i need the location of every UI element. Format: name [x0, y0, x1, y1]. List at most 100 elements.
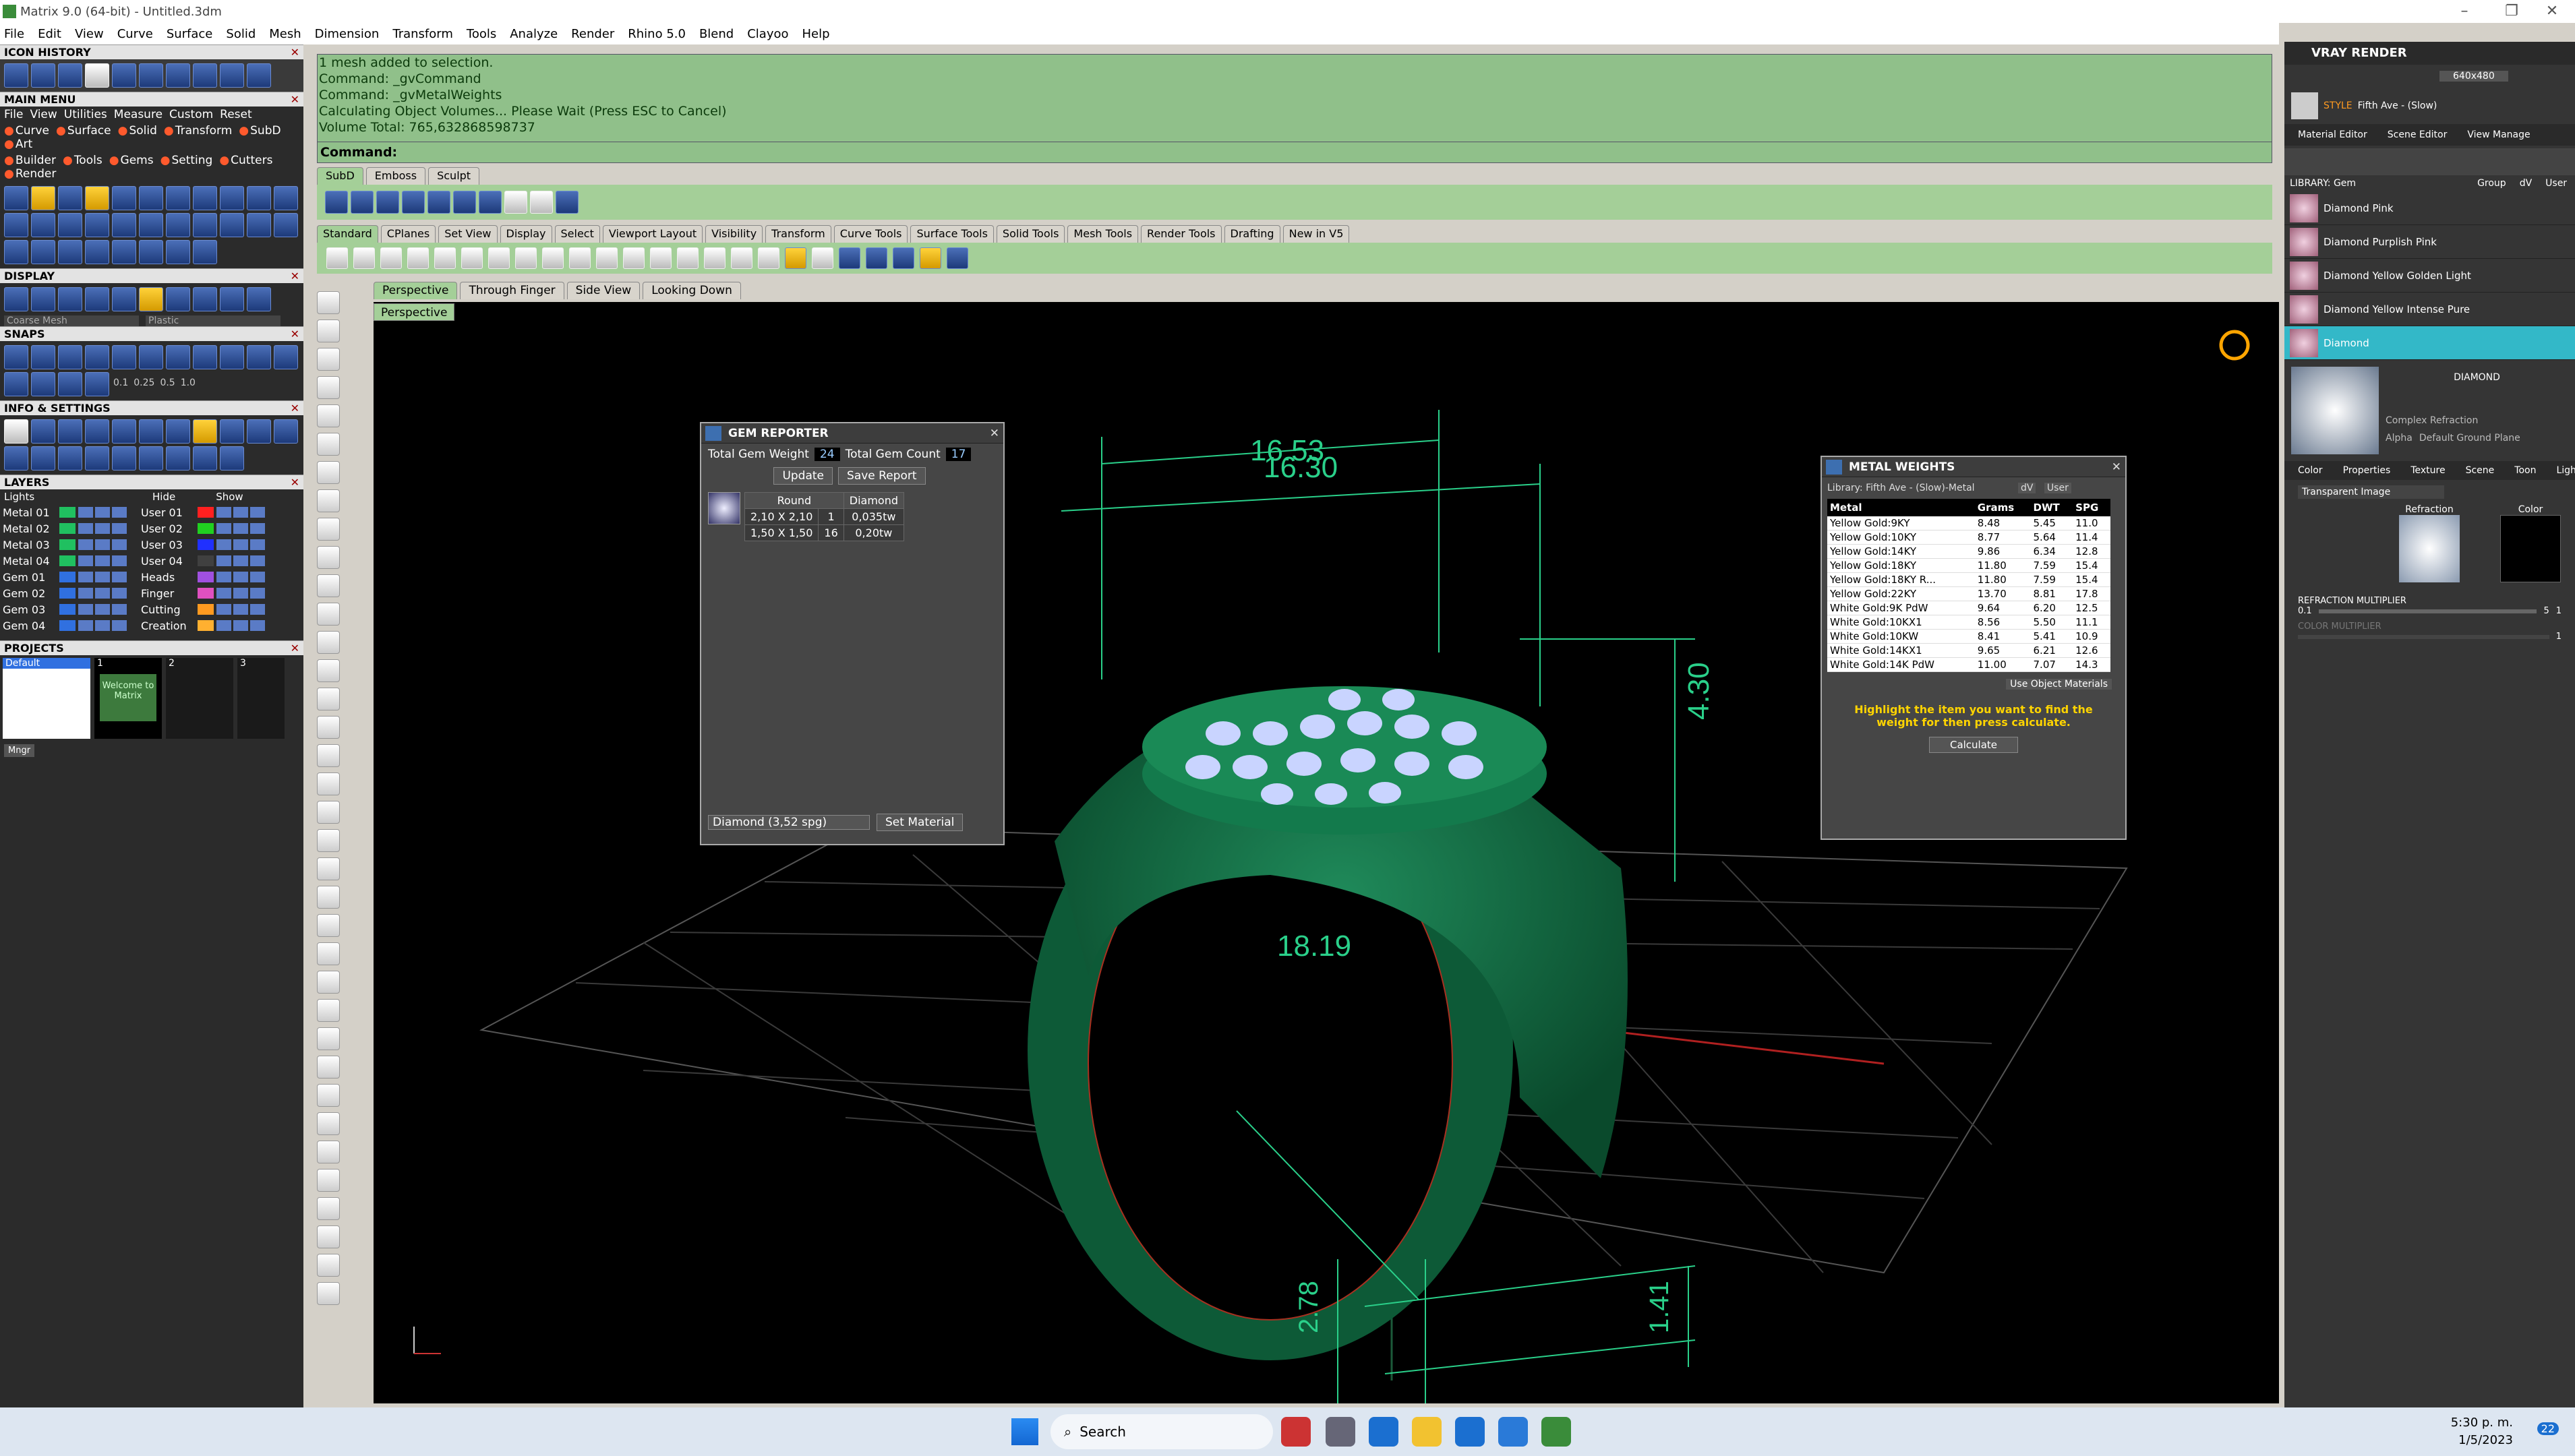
settings-icon[interactable] [31, 446, 55, 471]
settings-icon[interactable] [58, 446, 82, 471]
main-menu-item-subd[interactable]: ● SubD [239, 124, 280, 138]
menu-item-clayoo[interactable]: Clayoo [747, 27, 788, 41]
project-default[interactable]: Default [3, 658, 90, 669]
snap-icon[interactable] [58, 345, 82, 369]
layer-name[interactable]: Gem 01 [3, 571, 57, 584]
print-icon[interactable] [407, 247, 429, 269]
layer-name[interactable]: Gem 03 [3, 603, 57, 616]
tool-icon[interactable] [58, 186, 82, 210]
layer-toggle[interactable] [78, 604, 93, 615]
mail-icon[interactable] [1455, 1417, 1485, 1447]
settings-icon[interactable] [112, 419, 136, 444]
menu-item-mesh[interactable]: Mesh [269, 27, 301, 41]
light-icon[interactable] [785, 247, 806, 269]
tab-visibility[interactable]: Visibility [705, 225, 763, 243]
refraction-swatch[interactable]: Refraction [2399, 504, 2460, 582]
edge-icon[interactable] [1369, 1417, 1398, 1447]
snap-value[interactable]: 1.0 [181, 377, 196, 391]
alpha-toggle[interactable]: Alpha [2386, 433, 2413, 444]
table-row[interactable]: White Gold:10KX1 8.56 5.50 11.1 [1827, 615, 2110, 630]
layer-toggle[interactable] [78, 588, 93, 599]
tool-icon[interactable] [112, 240, 136, 264]
layer-row[interactable]: Metal 01 User 01 [0, 504, 303, 520]
tool-icon[interactable] [247, 213, 271, 237]
layer-name[interactable]: Cutting [141, 603, 195, 616]
undo-view-icon[interactable] [704, 247, 726, 269]
layer-toggle[interactable] [250, 572, 265, 582]
lock-icon[interactable] [812, 247, 833, 269]
layer-toggle[interactable] [233, 523, 248, 534]
settings-icon[interactable] [4, 446, 28, 471]
material-item[interactable]: Diamond Yellow Golden Light [2284, 259, 2575, 293]
table-row[interactable]: White Gold:9K PdW 9.64 6.20 12.5 [1827, 601, 2110, 615]
table-row[interactable]: 1,50 X 1,50 16 0,20tw [744, 524, 905, 541]
settings-icon[interactable] [166, 446, 190, 471]
tab-standard[interactable]: Standard [317, 225, 378, 243]
tool-icon[interactable] [317, 829, 340, 852]
sculpt-tool-icon[interactable] [402, 191, 425, 214]
options-icon[interactable] [920, 247, 941, 269]
search-box[interactable]: ⌕ Search [1050, 1414, 1273, 1449]
snap-icon[interactable] [247, 345, 271, 369]
history-tool-icon[interactable] [4, 63, 28, 88]
tab-select[interactable]: Select [554, 225, 600, 243]
tool-icon[interactable] [317, 1282, 340, 1305]
menu-item-surface[interactable]: Surface [167, 27, 213, 41]
color-swatch[interactable]: Color [2500, 504, 2561, 582]
close-icon[interactable]: ✕ [2112, 457, 2121, 477]
layer-color-swatch[interactable] [59, 539, 76, 550]
tool-icon[interactable] [317, 348, 340, 371]
help-icon[interactable] [504, 191, 527, 214]
sculpt-tool-icon[interactable] [453, 191, 476, 214]
file-explorer-icon[interactable] [1412, 1417, 1442, 1447]
snap-icon[interactable] [166, 345, 190, 369]
layer-toggle[interactable] [250, 604, 265, 615]
tab-display[interactable]: Display [500, 225, 552, 243]
layer-color-swatch[interactable] [59, 507, 76, 518]
tool-icon[interactable] [317, 489, 340, 512]
snap-value[interactable]: 0.1 [113, 377, 128, 391]
layer-color-swatch[interactable] [198, 507, 214, 518]
tool-icon[interactable] [317, 744, 340, 767]
complex-refraction-toggle[interactable]: Complex Refraction [2386, 415, 2568, 426]
material-select[interactable]: Diamond (3,52 spg) [708, 815, 870, 830]
layer-toggle[interactable] [216, 620, 231, 631]
vray-subtab-texture[interactable]: Texture [2410, 465, 2445, 476]
snap-icon[interactable] [4, 372, 28, 396]
menu-item-tools[interactable]: Tools [467, 27, 496, 41]
tool-icon[interactable] [85, 213, 109, 237]
layer-toggle[interactable] [112, 539, 127, 550]
tool-icon[interactable] [139, 186, 163, 210]
table-row[interactable]: 2,10 X 2,10 1 0,035tw [744, 508, 905, 525]
tool-icon[interactable] [317, 659, 340, 682]
snap-icon[interactable] [4, 345, 28, 369]
table-row[interactable]: Yellow Gold:14KY 9.86 6.34 12.8 [1827, 544, 2110, 559]
display-header[interactable]: DISPLAY ✕ [0, 268, 303, 283]
layer-name[interactable]: Heads [141, 571, 195, 584]
tool-icon[interactable] [317, 574, 340, 597]
settings-icon[interactable] [58, 419, 82, 444]
history-tool-icon[interactable] [85, 63, 109, 88]
material-item[interactable]: Diamond Yellow Intense Pure [2284, 293, 2575, 326]
snap-icon[interactable] [274, 345, 298, 369]
menu-item-dimension[interactable]: Dimension [315, 27, 380, 41]
display-mode-icon[interactable] [31, 287, 55, 311]
info-settings-header[interactable]: INFO & SETTINGS ✕ [0, 400, 303, 415]
command-input[interactable]: Command: [317, 142, 2272, 163]
material-item[interactable]: Diamond Purplish Pink [2284, 225, 2575, 259]
layer-color-swatch[interactable] [198, 620, 214, 631]
main-menu-item-gems[interactable]: ● Gems [109, 154, 154, 167]
rotate-view-icon[interactable] [569, 247, 591, 269]
layer-toggle[interactable] [95, 572, 110, 582]
tool-icon[interactable] [85, 240, 109, 264]
tab-set-view[interactable]: Set View [438, 225, 498, 243]
close-icon[interactable]: ✕ [990, 423, 999, 444]
transparent-image-select[interactable]: Transparent Image [2298, 485, 2445, 499]
tab-curve-tools[interactable]: Curve Tools [833, 225, 908, 243]
color-multiplier-slider[interactable] [2298, 634, 2549, 639]
more-icon[interactable] [530, 191, 553, 214]
layer-toggle[interactable] [78, 539, 93, 550]
tool-icon[interactable] [317, 376, 340, 399]
tab-new-in-v5[interactable]: New in V5 [1282, 225, 1350, 243]
layer-toggle[interactable] [78, 523, 93, 534]
